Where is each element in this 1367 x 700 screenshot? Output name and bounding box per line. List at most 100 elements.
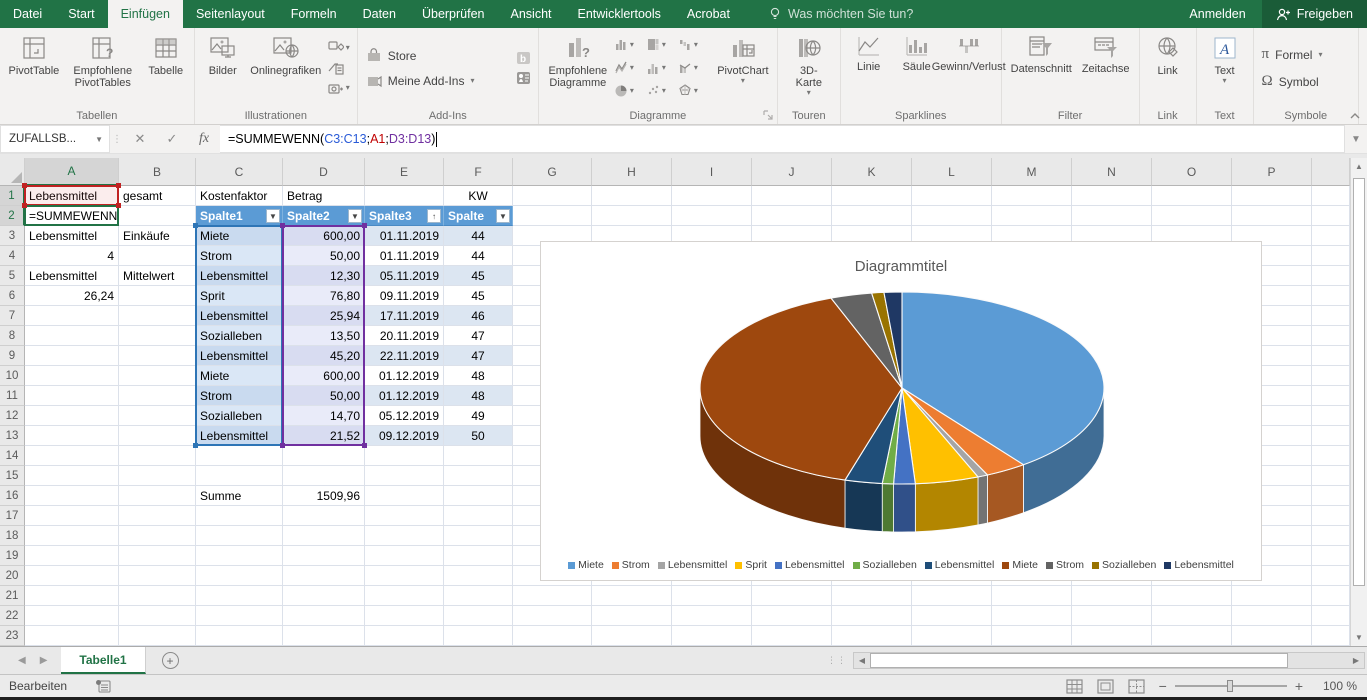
cell-D12[interactable]: 14,70: [283, 406, 365, 426]
cell-C17[interactable]: [196, 506, 283, 526]
cell-C20[interactable]: [196, 566, 283, 586]
cell-L2[interactable]: [912, 206, 992, 226]
cell-I21[interactable]: [672, 586, 752, 606]
cell-E16[interactable]: [365, 486, 444, 506]
cell-C1[interactable]: Kostenfaktor: [196, 186, 283, 206]
cell-B12[interactable]: [119, 406, 196, 426]
people-graph-button[interactable]: [516, 71, 531, 85]
cell-C8[interactable]: Sozialleben: [196, 326, 283, 346]
cell-C22[interactable]: [196, 606, 283, 626]
cell-C13[interactable]: Lebensmittel: [196, 426, 283, 446]
cell-D18[interactable]: [283, 526, 365, 546]
cell-I1[interactable]: [672, 186, 752, 206]
cell-E18[interactable]: [365, 526, 444, 546]
cell-A3[interactable]: Lebensmittel: [25, 226, 119, 246]
cell-E15[interactable]: [365, 466, 444, 486]
scroll-up-button[interactable]: ▲: [1351, 158, 1367, 175]
cell-F23[interactable]: [444, 626, 513, 646]
cell-partial-11[interactable]: [1312, 386, 1350, 406]
column-header-I[interactable]: I: [672, 158, 752, 186]
cell-I2[interactable]: [672, 206, 752, 226]
row-header-2[interactable]: 2: [0, 206, 25, 226]
column-header-L[interactable]: L: [912, 158, 992, 186]
cell-A6[interactable]: 26,24: [25, 286, 119, 306]
cell-F15[interactable]: [444, 466, 513, 486]
cell-D5[interactable]: 12,30: [283, 266, 365, 286]
cell-E5[interactable]: 05.11.2019: [365, 266, 444, 286]
cell-D10[interactable]: 600,00: [283, 366, 365, 386]
cell-E7[interactable]: 17.11.2019: [365, 306, 444, 326]
row-header-11[interactable]: 11: [0, 386, 25, 406]
cell-C6[interactable]: Sprit: [196, 286, 283, 306]
cell-D21[interactable]: [283, 586, 365, 606]
cell-P1[interactable]: [1232, 186, 1312, 206]
cell-H1[interactable]: [592, 186, 672, 206]
cell-D2[interactable]: Spalte2▼: [283, 206, 365, 226]
cell-D4[interactable]: 50,00: [283, 246, 365, 266]
cell-B11[interactable]: [119, 386, 196, 406]
cancel-entry-button[interactable]: ✕: [124, 125, 156, 153]
pivotchart-button[interactable]: PivotChart ▾: [713, 32, 773, 87]
cell-O23[interactable]: [1152, 626, 1232, 646]
zoom-out-button[interactable]: −: [1159, 678, 1167, 694]
row-header-19[interactable]: 19: [0, 546, 25, 566]
recommended-pivottables-button[interactable]: ? Empfohlene PivotTables: [64, 32, 142, 91]
cell-B5[interactable]: Mittelwert: [119, 266, 196, 286]
row-header-10[interactable]: 10: [0, 366, 25, 386]
cell-B8[interactable]: [119, 326, 196, 346]
cell-F21[interactable]: [444, 586, 513, 606]
cell-B22[interactable]: [119, 606, 196, 626]
reference-highlight-A1-handle[interactable]: [22, 183, 27, 188]
cell-partial-15[interactable]: [1312, 466, 1350, 486]
cell-B20[interactable]: [119, 566, 196, 586]
normal-view-button[interactable]: [1066, 679, 1083, 694]
cell-C16[interactable]: Summe: [196, 486, 283, 506]
column-header-A[interactable]: A: [25, 158, 119, 186]
cell-B19[interactable]: [119, 546, 196, 566]
cell-E11[interactable]: 01.12.2019: [365, 386, 444, 406]
cell-E14[interactable]: [365, 446, 444, 466]
cell-M22[interactable]: [992, 606, 1072, 626]
cell-F7[interactable]: 46: [444, 306, 513, 326]
cell-F17[interactable]: [444, 506, 513, 526]
pie-slice-side-6[interactable]: [845, 480, 882, 531]
cell-A10[interactable]: [25, 366, 119, 386]
cell-A20[interactable]: [25, 566, 119, 586]
cell-F18[interactable]: [444, 526, 513, 546]
cell-E19[interactable]: [365, 546, 444, 566]
ribbon-tab-überprüfen[interactable]: Überprüfen: [409, 0, 498, 28]
legend-item-1[interactable]: Strom: [612, 559, 650, 571]
screenshot-button[interactable]: ▾: [328, 81, 350, 95]
cell-B23[interactable]: [119, 626, 196, 646]
zoom-slider-thumb[interactable]: [1227, 680, 1233, 692]
pie-slice-side-2[interactable]: [978, 475, 987, 525]
cell-C10[interactable]: Miete: [196, 366, 283, 386]
cell-E10[interactable]: 01.12.2019: [365, 366, 444, 386]
cell-E22[interactable]: [365, 606, 444, 626]
treemap-chart-button[interactable]: ▾: [647, 34, 679, 57]
diagramme-dialog-launcher[interactable]: [762, 109, 774, 121]
column-header-N[interactable]: N: [1072, 158, 1152, 186]
cell-M21[interactable]: [992, 586, 1072, 606]
horizontal-scroll-thumb[interactable]: [870, 653, 1288, 668]
cell-F5[interactable]: 45: [444, 266, 513, 286]
cell-D11[interactable]: 50,00: [283, 386, 365, 406]
column-header-M[interactable]: M: [992, 158, 1072, 186]
sheet-nav-prev-button[interactable]: ◀: [18, 655, 26, 666]
legend-item-5[interactable]: Sozialleben: [853, 559, 917, 571]
cell-C3[interactable]: Miete: [196, 226, 283, 246]
bing-maps-button[interactable]: b: [516, 51, 531, 65]
equation-button[interactable]: π Formel ▾: [1262, 46, 1323, 63]
cell-C2[interactable]: Spalte1▼: [196, 206, 283, 226]
row-header-16[interactable]: 16: [0, 486, 25, 506]
cell-partial-14[interactable]: [1312, 446, 1350, 466]
cell-E23[interactable]: [365, 626, 444, 646]
cell-C7[interactable]: Lebensmittel: [196, 306, 283, 326]
cell-D20[interactable]: [283, 566, 365, 586]
cell-B13[interactable]: [119, 426, 196, 446]
reference-highlight-A1-handle[interactable]: [22, 203, 27, 208]
cell-B15[interactable]: [119, 466, 196, 486]
row-header-4[interactable]: 4: [0, 246, 25, 266]
cell-F19[interactable]: [444, 546, 513, 566]
filter-dropdown-button[interactable]: ▼: [496, 209, 510, 223]
